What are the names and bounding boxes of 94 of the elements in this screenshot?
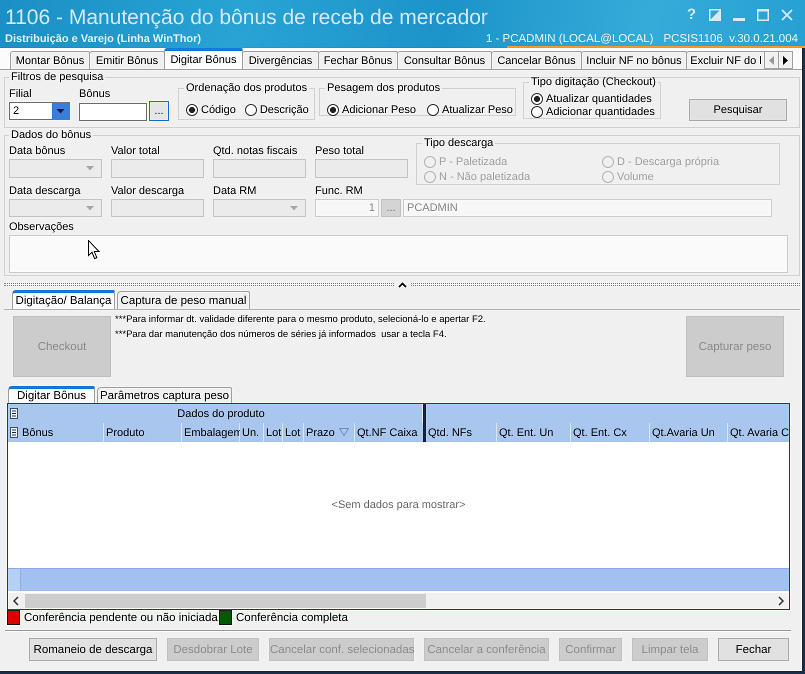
- column-header[interactable]: Qt. Ent. Cx: [571, 423, 650, 442]
- tab[interactable]: Cancelar Bônus: [491, 51, 582, 69]
- column-header[interactable]: Lot: [283, 423, 304, 442]
- column-menu-icon[interactable]: [8, 423, 20, 442]
- radio-label: Código: [201, 104, 236, 116]
- column-header[interactable]: Embalagem: [182, 423, 240, 442]
- radio-label: Adicionar Peso: [342, 104, 416, 116]
- radio-label: P - Paletizada: [439, 156, 508, 168]
- dropdown-arrow-icon: [86, 206, 94, 210]
- column-header[interactable]: Bônus: [20, 423, 104, 442]
- column-header[interactable]: Lot: [264, 423, 283, 442]
- lookup-button[interactable]: ...: [149, 101, 169, 121]
- column-header[interactable]: Qt. Ent. Un: [497, 423, 571, 442]
- search-button[interactable]: Pesquisar: [689, 99, 787, 121]
- mouse-pointer-icon: [88, 240, 100, 260]
- field-label: Qtd. notas fiscais: [213, 145, 298, 158]
- field-label: Data descarga: [9, 185, 82, 198]
- field-label: Valor total: [111, 145, 161, 158]
- radio-label: N - Não paletizada: [439, 170, 530, 183]
- tab[interactable]: Fechar Bônus: [318, 51, 398, 69]
- horizontal-scrollbar[interactable]: [8, 593, 789, 609]
- chevron-up-icon[interactable]: [398, 282, 406, 288]
- field-label: Data RM: [213, 185, 258, 198]
- scrollbar-thumb[interactable]: [25, 594, 426, 608]
- radio-button[interactable]: [244, 104, 257, 116]
- radio-button[interactable]: [186, 104, 198, 116]
- radio-label: D - Descarga própria: [617, 156, 720, 168]
- group-title: Dados do bônus: [10, 129, 92, 142]
- scroll-right-button[interactable]: [778, 51, 793, 69]
- column-header[interactable]: Un.: [240, 423, 264, 442]
- branch-dropdown[interactable]: 2: [9, 102, 70, 120]
- radio-button[interactable]: [327, 104, 339, 116]
- column-header[interactable]: Prazo: [304, 423, 355, 442]
- version-label: PCSIS1106 v.30.0.21.004: [664, 32, 798, 44]
- tab[interactable]: Digitação/ Balança: [12, 290, 115, 309]
- tab[interactable]: Excluir NF do l: [686, 51, 766, 69]
- column-header[interactable]: Qt.NF Caixa: [355, 423, 423, 442]
- minimize-icon[interactable]: [733, 18, 745, 20]
- tab[interactable]: Digitar Bônus: [8, 386, 95, 403]
- legend-label: Conferência pendente ou não iniciada: [24, 612, 218, 624]
- tab[interactable]: Divergências: [242, 51, 319, 69]
- radio-button[interactable]: [531, 92, 543, 105]
- group-title: Filtros de pesquisa: [10, 71, 104, 84]
- field-label: Peso total: [315, 145, 365, 158]
- bonus-input[interactable]: [79, 103, 147, 121]
- field-label: Observações: [9, 221, 75, 234]
- field-label: Bônus: [79, 88, 112, 101]
- group-title: Ordenação dos produtos: [185, 82, 308, 95]
- field-label: Filial: [9, 88, 33, 101]
- radio-button[interactable]: [427, 104, 439, 116]
- column-menu-icon[interactable]: [8, 404, 20, 423]
- action-button[interactable]: Romaneio de descarga: [29, 638, 157, 661]
- group-title: Tipo digitação (Checkout): [530, 76, 657, 89]
- dropdown-arrow-icon: [290, 206, 298, 210]
- tab[interactable]: Montar Bônus: [10, 51, 90, 69]
- tab[interactable]: Consultar Bônus: [397, 51, 492, 69]
- legend-label: Conferência completa: [236, 612, 348, 624]
- filter-icon[interactable]: [339, 428, 349, 436]
- caret-right-icon: [783, 56, 788, 64]
- hint-text: ***Para dar manutenção dos números de séries já informados usar a tecla F4.: [115, 328, 448, 342]
- empty-message: <Sem dados para mostrar>: [332, 499, 466, 511]
- window-subtitle: Distribuição e Varejo (Linha WinThor): [5, 32, 202, 44]
- half-square-icon[interactable]: [709, 8, 721, 20]
- radio-label: Volume: [617, 170, 654, 183]
- notes-field[interactable]: [9, 235, 788, 273]
- dropdown-arrow-icon: [86, 166, 94, 171]
- radio-label: Adicionar quantidades: [546, 106, 655, 118]
- tab[interactable]: Captura de peso manual: [117, 291, 250, 309]
- tab[interactable]: Incluir NF no bônus: [581, 51, 687, 69]
- hint-text: ***Para informar dt. validade diferente para o mesmo produto, selecioná-lo e apertar F2.: [115, 313, 486, 327]
- session-label: 1 - PCADMIN (LOCAL@LOCAL): [486, 32, 654, 44]
- radio-label: Descrição: [260, 104, 309, 116]
- radio-label: Atualizar Peso: [442, 104, 513, 116]
- radio-button[interactable]: [531, 106, 543, 118]
- field-label: Valor descarga: [111, 185, 186, 198]
- radio-label: Atualizar quantidades: [546, 92, 652, 105]
- action-button[interactable]: Fechar: [718, 638, 789, 661]
- scroll-right-icon[interactable]: [778, 596, 784, 606]
- tab[interactable]: Emitir Bônus: [89, 51, 165, 69]
- close-icon[interactable]: [781, 8, 793, 20]
- group-title: Pesagem dos produtos: [326, 82, 442, 95]
- column-header[interactable]: Qt. Avaria C: [728, 423, 789, 442]
- column-header[interactable]: Produto: [104, 423, 182, 442]
- band-header: Dados do produto: [20, 404, 423, 423]
- field-label: Func. RM: [315, 185, 364, 198]
- field-label: Data bônus: [9, 145, 66, 158]
- maximize-icon[interactable]: [757, 8, 769, 20]
- window-title: 1106 - Manutenção do bônus de receb de mercador: [5, 6, 488, 30]
- column-header[interactable]: Qt.Avaria Un: [650, 423, 728, 442]
- group-title: Tipo descarga: [423, 137, 494, 150]
- caret-left-icon: [769, 56, 774, 64]
- tab[interactable]: Parâmetros captura peso: [97, 387, 232, 403]
- scroll-left-icon[interactable]: [13, 596, 19, 606]
- column-header[interactable]: Qtd. NFs: [426, 423, 497, 442]
